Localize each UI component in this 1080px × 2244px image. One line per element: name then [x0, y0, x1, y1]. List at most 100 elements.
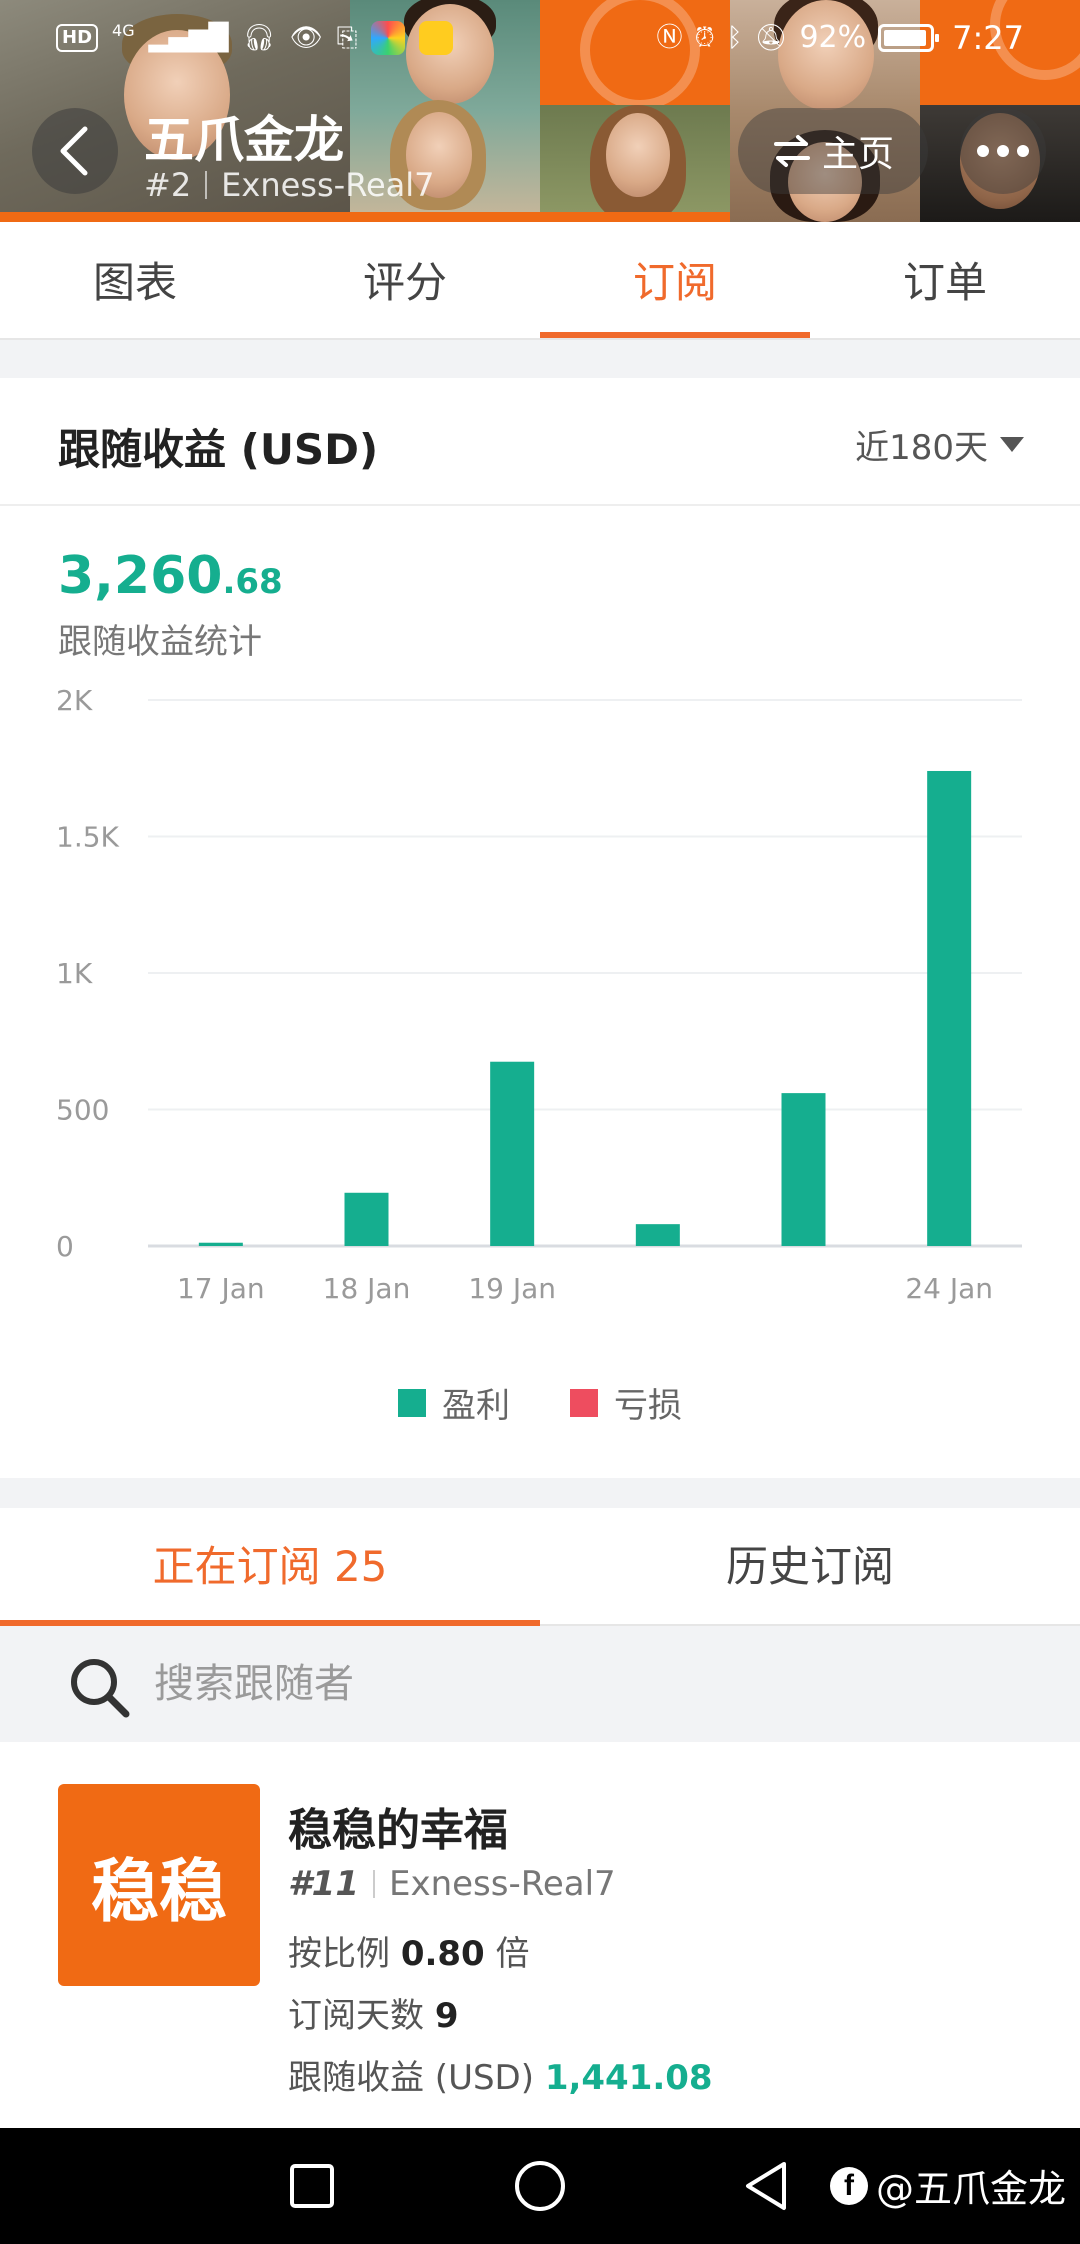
y-tick-label: 1K — [56, 957, 93, 990]
home-button-label: 主页 — [821, 134, 894, 175]
x-tick-label: 24 Jan — [905, 1272, 993, 1305]
y-tick-label: 1.5K — [56, 821, 120, 854]
chart-bar[interactable] — [344, 1192, 389, 1246]
tab-orders[interactable]: 订单 — [810, 222, 1080, 338]
chart-bar[interactable] — [781, 1093, 826, 1246]
network-type: 4G — [112, 21, 135, 40]
page-title: 五爪金龙 — [144, 111, 344, 169]
legend-item-loss[interactable]: 亏损 — [570, 1378, 682, 1427]
back-button[interactable] — [32, 108, 118, 194]
status-bar: HD 4G ▂▄▆█ 🎧︎ 👁︎ ⎘ Ⓝ ⏰︎ ᛒ 🔕︎ 92% 7:27 — [0, 14, 1080, 70]
trader-rank: #2 — [144, 166, 192, 204]
signal-icon: ▂▄▆█ — [148, 23, 229, 53]
battery-percent: 92% — [799, 20, 867, 55]
clock: 7:27 — [952, 19, 1024, 57]
headphones-icon: 🎧︎ — [242, 23, 276, 53]
y-tick-label: 2K — [56, 684, 93, 717]
home-button[interactable]: 主页 — [738, 108, 928, 194]
tab-history-subscriptions[interactable]: 历史订阅 — [540, 1508, 1080, 1624]
avatar: 稳稳 — [58, 1784, 260, 1986]
subscription-tabs: 正在订阅 25 历史订阅 — [0, 1508, 1080, 1626]
y-tick-label: 500 — [56, 1094, 109, 1127]
legend-swatch-profit — [398, 1388, 426, 1417]
banner-accent-line — [0, 212, 730, 222]
earnings-card: 跟随收益 (USD) 近180天 3,260.68 跟随收益统计 0 500 1K 1… — [0, 378, 1080, 1478]
follower-search-input[interactable] — [154, 1652, 994, 1716]
mute-icon: 🔕︎ — [754, 23, 788, 53]
swap-icon — [773, 135, 810, 167]
trader-account: Exness-Real7 — [221, 166, 435, 204]
search-icon — [71, 1659, 130, 1718]
range-value: 近180天 — [855, 428, 988, 468]
chart-legend: 盈利 亏损 — [0, 1378, 1080, 1427]
follower-search-bar — [0, 1626, 1080, 1742]
bluetooth-icon: ᛒ — [726, 23, 743, 53]
tab-current-subscriptions[interactable]: 正在订阅 25 — [0, 1508, 540, 1626]
chart-bar[interactable] — [490, 1061, 535, 1246]
days-value: 9 — [434, 1996, 459, 2036]
subscriber-meta: #11 Exness-Real7 — [288, 1864, 616, 1904]
clipboard-icon: ⎘ — [336, 23, 358, 53]
subscriber-ratio: 按比例 0.80 倍 — [288, 1926, 530, 1975]
nfc-icon: Ⓝ — [656, 23, 683, 53]
divider — [205, 171, 208, 199]
x-tick-label: 17 Jan — [177, 1272, 265, 1305]
ratio-unit: 倍 — [495, 1934, 530, 1974]
chart-bar[interactable] — [198, 1242, 243, 1246]
tab-subscribe[interactable]: 订阅 — [540, 222, 810, 338]
earnings-total-decimal: .68 — [222, 562, 283, 602]
x-tick-label: 18 Jan — [323, 1272, 411, 1305]
ratio-label: 按比例 — [288, 1934, 390, 1974]
earnings-bar-chart: 0 500 1K 1.5K 2K 17 Jan 18 Jan 19 Jan 24 Jan — [56, 684, 1022, 1305]
earnings-total-label: 跟随收益统计 — [58, 622, 262, 662]
dot-icon — [997, 145, 1009, 157]
app-icon — [371, 21, 406, 55]
trader-subtitle: #2 Exness-Real7 — [144, 166, 435, 204]
earnings-total-integer: 3,260 — [58, 546, 223, 606]
subscriber-profit: 跟随收益 (USD) 1,441.08 — [288, 2050, 713, 2099]
recent-apps-button[interactable] — [286, 2158, 338, 2214]
list-item[interactable]: 稳稳 稳稳的幸福 #11 Exness-Real7 按比例 0.80 倍 订阅天… — [0, 1742, 1080, 2132]
earnings-title: 跟随收益 (USD) — [58, 425, 379, 474]
earnings-total: 3,260.68 — [58, 546, 283, 606]
alarm-icon: ⏰︎ — [694, 23, 715, 53]
back-nav-button[interactable] — [740, 2158, 792, 2214]
divider — [372, 1870, 375, 1898]
x-tick-label: 19 Jan — [468, 1272, 556, 1305]
chart-bar[interactable] — [927, 770, 972, 1246]
legend-swatch-loss — [570, 1388, 598, 1417]
facebook-icon: f — [829, 2166, 868, 2205]
chart-bar[interactable] — [635, 1224, 680, 1246]
range-dropdown[interactable]: 近180天 — [855, 420, 1024, 469]
subscriber-account: Exness-Real7 — [388, 1864, 616, 1904]
subscriber-days: 订阅天数 9 — [288, 1988, 458, 2037]
tab-chart[interactable]: 图表 — [0, 222, 270, 338]
watermark: f @五爪金龙 — [829, 2158, 1066, 2213]
legend-item-profit[interactable]: 盈利 — [398, 1378, 510, 1427]
system-nav-bar: f @五爪金龙 — [0, 2128, 1080, 2244]
dot-icon — [977, 145, 989, 157]
watermark-text: @五爪金龙 — [875, 2167, 1066, 2211]
dot-icon — [1017, 145, 1029, 157]
tab-rating[interactable]: 评分 — [270, 222, 540, 338]
y-tick-label: 0 — [56, 1230, 74, 1263]
profit-label: 跟随收益 (USD) — [288, 2058, 534, 2098]
more-menu-button[interactable] — [960, 108, 1046, 194]
days-label: 订阅天数 — [288, 1996, 424, 2036]
legend-label-loss: 亏损 — [614, 1386, 682, 1426]
header-banner: HD 4G ▂▄▆█ 🎧︎ 👁︎ ⎘ Ⓝ ⏰︎ ᛒ 🔕︎ 92% 7:27 五爪… — [0, 0, 1080, 222]
caret-down-icon — [1000, 437, 1024, 452]
legend-label-profit: 盈利 — [442, 1386, 510, 1426]
profit-value: 1,441.08 — [544, 2058, 713, 2098]
main-tabs: 图表 评分 订阅 订单 — [0, 222, 1080, 340]
hd-icon: HD — [56, 24, 99, 52]
eye-icon: 👁︎ — [289, 23, 323, 53]
ratio-value: 0.80 — [400, 1934, 485, 1974]
chevron-left-icon — [60, 126, 88, 176]
mail-app-icon — [419, 21, 454, 55]
subscriber-name: 稳稳的幸福 — [288, 1805, 508, 1856]
home-nav-button[interactable] — [512, 2158, 568, 2214]
battery-icon — [878, 24, 940, 52]
subscriptions-section: 正在订阅 25 历史订阅 稳稳 稳稳的幸福 #11 Exness-Real7 按… — [0, 1508, 1080, 2128]
subscriber-rank: #11 — [288, 1864, 359, 1904]
